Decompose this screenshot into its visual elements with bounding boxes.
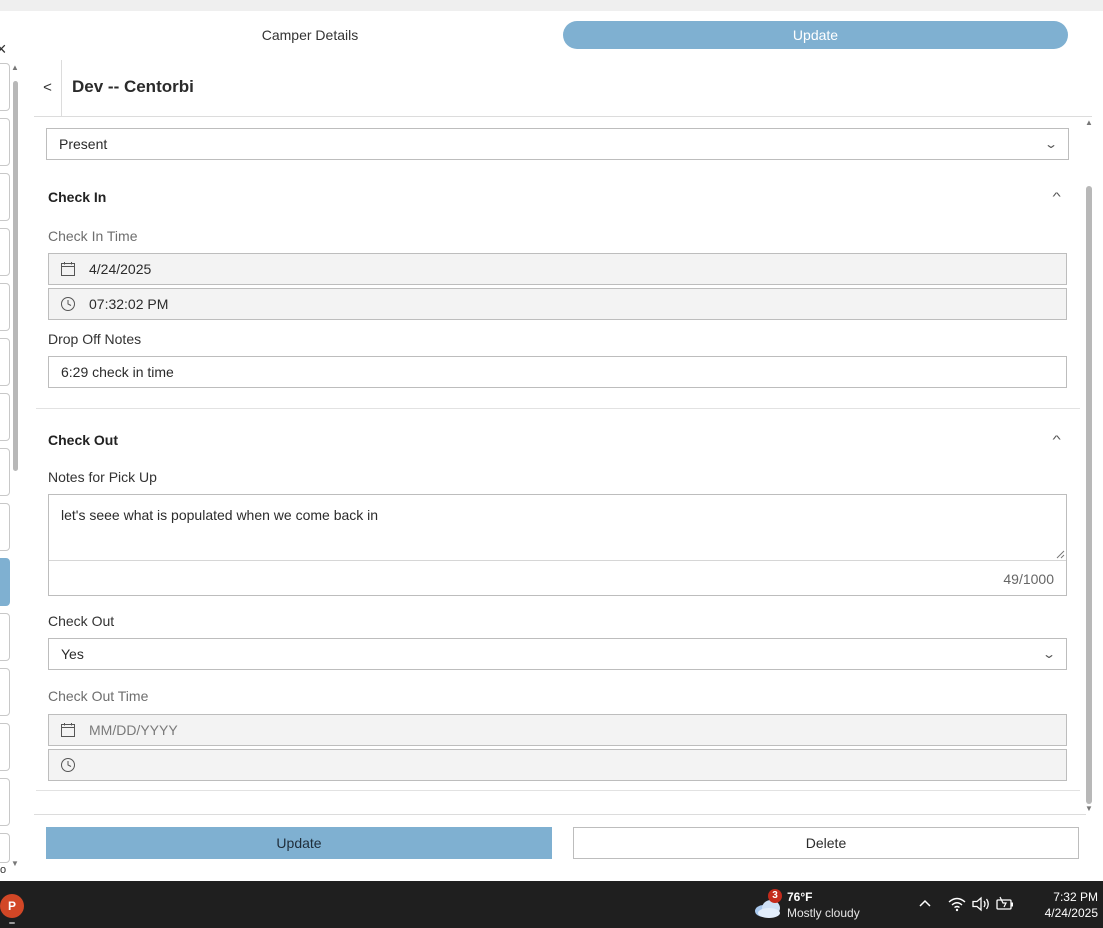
delete-button[interactable]: Delete: [573, 827, 1079, 859]
list-item[interactable]: [0, 393, 10, 441]
check-out-select[interactable]: Yes ⌄: [48, 638, 1067, 670]
calendar-icon: [61, 723, 75, 737]
check-in-heading[interactable]: Check In: [48, 189, 106, 205]
list-item[interactable]: [0, 778, 10, 826]
check-out-date-field[interactable]: MM/DD/YYYY: [48, 714, 1067, 746]
weather-condition: Mostly cloudy: [787, 906, 860, 920]
chevron-up-icon[interactable]: ^: [1052, 434, 1060, 446]
check-out-date-placeholder: MM/DD/YYYY: [89, 722, 178, 738]
list-item[interactable]: [0, 833, 10, 863]
list-item-selected[interactable]: [0, 558, 10, 606]
close-icon[interactable]: ×: [0, 39, 7, 60]
list-item[interactable]: [0, 63, 10, 111]
temperature: 76°F: [787, 890, 813, 904]
list-item[interactable]: [0, 668, 10, 716]
rail-footer-glyph: o: [0, 864, 7, 876]
pickup-notes-textarea[interactable]: let's seee what is populated when we com…: [49, 495, 1066, 561]
check-out-label: Check Out: [48, 613, 115, 629]
top-strip: [0, 0, 1103, 11]
clock-icon: [61, 297, 75, 311]
wifi-icon[interactable]: [946, 893, 968, 915]
section-divider: [36, 790, 1080, 791]
list-item[interactable]: [0, 283, 10, 331]
list-scroll-thumb[interactable]: [13, 81, 18, 471]
clock-icon: [61, 758, 75, 772]
scroll-up-icon[interactable]: ▲: [11, 63, 19, 72]
list-item[interactable]: [0, 173, 10, 221]
check-out-heading[interactable]: Check Out: [48, 432, 118, 448]
form-scroll-thumb[interactable]: [1086, 186, 1092, 804]
resize-handle-icon[interactable]: [1055, 549, 1065, 559]
page-title: Dev -- Centorbi: [72, 77, 194, 96]
drop-off-notes-input[interactable]: 6:29 check in time: [48, 356, 1067, 388]
system-clock[interactable]: 7:32 PM 4/24/2025: [1018, 889, 1098, 921]
check-in-date-value: 4/24/2025: [89, 261, 152, 277]
scroll-down-icon[interactable]: ▼: [11, 859, 19, 868]
form-scrollbar[interactable]: ▲ ▼: [1085, 118, 1093, 814]
tab-camper-details[interactable]: Camper Details: [185, 21, 435, 49]
check-out-value: Yes: [61, 646, 84, 662]
title-bar: < Dev -- Centorbi: [34, 60, 1092, 117]
update-button[interactable]: Update: [46, 827, 552, 859]
battery-icon[interactable]: [994, 893, 1016, 915]
clock-time: 7:32 PM: [1053, 890, 1098, 904]
check-in-time-label: Check In Time: [48, 228, 138, 244]
list-item[interactable]: [0, 338, 10, 386]
calendar-icon: [61, 262, 75, 276]
check-out-time-label: Check Out Time: [48, 688, 149, 704]
attendance-select[interactable]: Present ⌄: [46, 128, 1069, 160]
chevron-up-icon[interactable]: [914, 893, 936, 915]
chevron-down-icon: ⌄: [1041, 647, 1057, 661]
back-button[interactable]: <: [34, 60, 62, 117]
tab-update[interactable]: Update: [563, 21, 1068, 49]
list-item[interactable]: [0, 503, 10, 551]
list-item[interactable]: [0, 228, 10, 276]
weather-widget[interactable]: 3 76°F Mostly cloudy: [754, 889, 884, 921]
running-indicator: [9, 922, 15, 924]
list-item[interactable]: [0, 448, 10, 496]
scroll-up-icon[interactable]: ▲: [1085, 118, 1093, 127]
list-item[interactable]: [0, 613, 10, 661]
chevron-down-icon: ⌄: [1043, 137, 1059, 151]
form-content: Present ⌄ Check In ^ Check In Time 4/24/…: [34, 118, 1086, 814]
taskbar: P 3 76°F Mostly cloudy 7:32 PM 4/24/2025: [0, 881, 1103, 928]
list-item[interactable]: [0, 723, 10, 771]
character-count: 49/1000: [1003, 571, 1054, 587]
footer-divider: [34, 814, 1086, 815]
powerpoint-icon[interactable]: P: [0, 894, 24, 918]
list-scrollbar[interactable]: [12, 73, 18, 473]
check-in-date-field[interactable]: 4/24/2025: [48, 253, 1067, 285]
section-divider: [36, 408, 1080, 409]
pickup-notes-field[interactable]: let's seee what is populated when we com…: [48, 494, 1067, 596]
check-in-time-field[interactable]: 07:32:02 PM: [48, 288, 1067, 320]
check-out-time-field[interactable]: [48, 749, 1067, 781]
notification-badge: 3: [768, 889, 782, 903]
attendance-value: Present: [59, 136, 108, 152]
volume-icon[interactable]: [970, 893, 992, 915]
check-in-time-value: 07:32:02 PM: [89, 296, 169, 312]
scroll-down-icon[interactable]: ▼: [1085, 804, 1093, 813]
drop-off-notes-label: Drop Off Notes: [48, 331, 142, 347]
pickup-notes-label: Notes for Pick Up: [48, 469, 157, 485]
clock-date: 4/24/2025: [1044, 906, 1098, 920]
chevron-up-icon[interactable]: ^: [1052, 191, 1060, 203]
camper-list-panel: × ▲ ▼ o: [0, 11, 22, 881]
list-item[interactable]: [0, 118, 10, 166]
